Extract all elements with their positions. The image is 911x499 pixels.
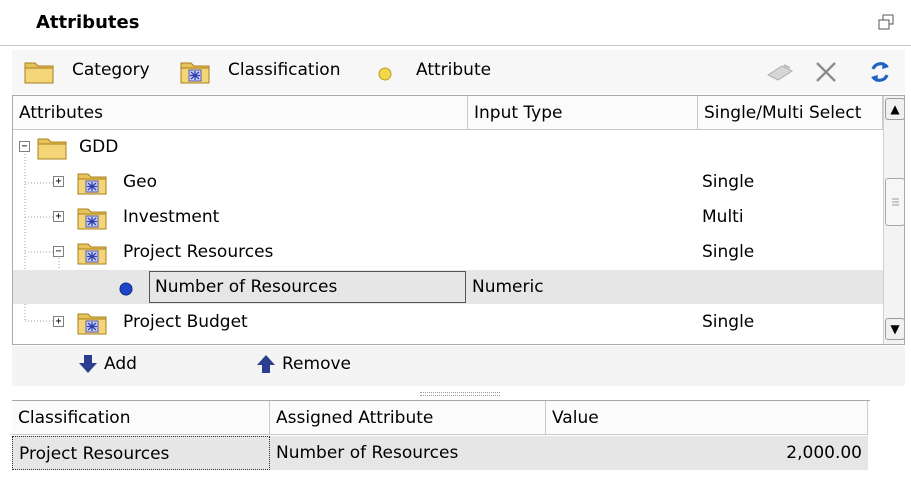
attribute-label[interactable]: Attribute — [416, 60, 491, 80]
remove-button-label: Remove — [282, 354, 351, 374]
classification-label[interactable]: Classification — [228, 60, 340, 80]
expand-toggle-icon[interactable]: + — [53, 211, 64, 222]
restore-window-icon[interactable] — [878, 14, 894, 30]
tree-node-label: Geo — [123, 172, 158, 192]
select-type-cell: Single — [702, 242, 755, 262]
attributes-tree-grid: Attributes Input Type Single/Multi Selec… — [12, 95, 905, 345]
value-cell[interactable]: 2,000.00 — [546, 436, 862, 470]
tree-row[interactable]: + Project Budget Single — [13, 305, 883, 339]
attribute-dot-icon — [119, 281, 133, 301]
refresh-icon[interactable] — [868, 59, 892, 90]
edit-eraser-icon[interactable] — [764, 62, 796, 87]
tree-row[interactable]: + Geo Single — [13, 165, 883, 199]
classification-folder-icon — [77, 204, 107, 235]
collapse-toggle-icon[interactable]: − — [19, 141, 30, 152]
tree-node-label: Project Budget — [123, 312, 248, 332]
delete-x-icon[interactable] — [814, 60, 838, 89]
scrollbar-thumb[interactable] — [885, 178, 904, 226]
panel-title: Attributes — [36, 12, 140, 33]
tree-row[interactable]: − Project Resources Single — [13, 235, 883, 269]
tree-header: Attributes Input Type Single/Multi Selec… — [13, 96, 883, 130]
toolbar: Category Classification Attribute — [12, 50, 905, 94]
vertical-scrollbar[interactable]: ▲ ▼ — [883, 96, 904, 344]
tree-node-label: Project Resources — [123, 242, 274, 262]
category-folder-icon[interactable] — [24, 58, 54, 89]
tree-node-label: GDD — [79, 137, 119, 157]
column-header-classification[interactable]: Classification — [12, 401, 270, 435]
classification-folder-icon — [77, 169, 107, 200]
remove-button[interactable]: Remove — [256, 354, 351, 374]
expand-toggle-icon[interactable]: + — [53, 176, 64, 187]
column-header-value[interactable]: Value — [546, 401, 868, 435]
attribute-dot-icon[interactable] — [378, 66, 392, 86]
select-type-cell: Multi — [702, 207, 744, 227]
collapse-toggle-icon[interactable]: − — [53, 246, 64, 257]
assigned-attributes-grid: Classification Assigned Attribute Value … — [12, 400, 870, 472]
tree-node-label: Investment — [123, 207, 220, 227]
scroll-down-icon[interactable]: ▼ — [885, 318, 904, 340]
category-label[interactable]: Category — [72, 60, 150, 80]
classification-folder-icon[interactable] — [180, 58, 210, 89]
arrow-down-icon — [79, 355, 97, 373]
panel-header: Attributes — [0, 0, 911, 46]
action-bar: Add Remove — [12, 346, 905, 386]
table-row[interactable]: Project Resources Number of Resources 2,… — [12, 436, 868, 470]
tree-row[interactable]: − GDD — [13, 130, 883, 164]
input-type-cell: Numeric — [472, 277, 544, 297]
classification-cell[interactable]: Project Resources — [12, 436, 270, 470]
column-header-assigned-attribute[interactable]: Assigned Attribute — [270, 401, 546, 435]
column-header-select[interactable]: Single/Multi Select — [698, 96, 883, 130]
assigned-attribute-cell[interactable]: Number of Resources — [270, 436, 546, 470]
classification-folder-icon — [77, 309, 107, 340]
arrow-up-icon — [257, 355, 275, 373]
add-button-label: Add — [104, 354, 137, 374]
tree-row[interactable]: + Investment Multi — [13, 200, 883, 234]
classification-folder-icon — [77, 239, 107, 270]
add-button[interactable]: Add — [78, 354, 137, 374]
column-header-attributes[interactable]: Attributes — [13, 96, 468, 130]
tree-row-selected[interactable]: Number of Resources Numeric — [13, 270, 883, 304]
column-header-input-type[interactable]: Input Type — [468, 96, 698, 130]
folder-icon — [37, 134, 67, 165]
expand-toggle-icon[interactable]: + — [53, 316, 64, 327]
tree-node-label: Number of Resources — [155, 277, 338, 297]
select-type-cell: Single — [702, 312, 755, 332]
select-type-cell: Single — [702, 172, 755, 192]
scroll-up-icon[interactable]: ▲ — [885, 98, 904, 120]
splitter-handle[interactable] — [420, 392, 500, 396]
